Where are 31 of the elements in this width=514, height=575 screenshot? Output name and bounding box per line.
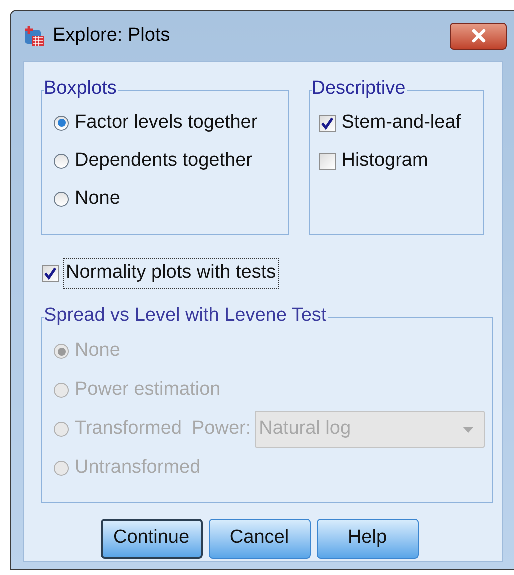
option-label: Transformed bbox=[75, 417, 182, 442]
dropdown-value: Natural log bbox=[259, 417, 352, 442]
option-label: Power estimation bbox=[75, 378, 221, 402]
checkbox[interactable] bbox=[318, 114, 336, 132]
radio-button[interactable] bbox=[54, 192, 69, 206]
app-icon bbox=[23, 25, 45, 47]
radio-button[interactable] bbox=[54, 154, 69, 168]
option-label: None bbox=[75, 186, 120, 211]
radio-button[interactable] bbox=[54, 116, 69, 130]
power-label: Power: bbox=[192, 417, 252, 442]
option-label: None bbox=[75, 339, 120, 364]
checkbox[interactable] bbox=[42, 264, 59, 282]
window-title: Explore: Plots bbox=[53, 24, 170, 48]
option-label: Untransformed bbox=[75, 456, 201, 480]
dropdown-arrow-icon bbox=[463, 426, 474, 432]
close-button[interactable] bbox=[450, 22, 507, 50]
option-label: Dependents together bbox=[75, 148, 252, 173]
group-title: Descriptive bbox=[312, 78, 407, 100]
option-label: Normality plots with tests bbox=[63, 258, 280, 288]
dialog-button[interactable]: Cancel bbox=[208, 518, 310, 558]
checkmark-icon bbox=[44, 266, 57, 280]
option-label: Stem-and-leaf bbox=[342, 110, 462, 135]
group-title: Spread vs Level with Levene Test bbox=[44, 304, 328, 326]
option-label: Histogram bbox=[342, 148, 428, 173]
checkmark-icon bbox=[320, 116, 334, 130]
checkbox[interactable] bbox=[318, 152, 336, 170]
close-icon bbox=[470, 29, 486, 43]
dialog-button[interactable]: Help bbox=[316, 518, 418, 558]
dialog-button[interactable]: Continue bbox=[100, 518, 202, 558]
group-title: Boxplots bbox=[44, 78, 118, 100]
option-label: Factor levels together bbox=[75, 110, 258, 135]
